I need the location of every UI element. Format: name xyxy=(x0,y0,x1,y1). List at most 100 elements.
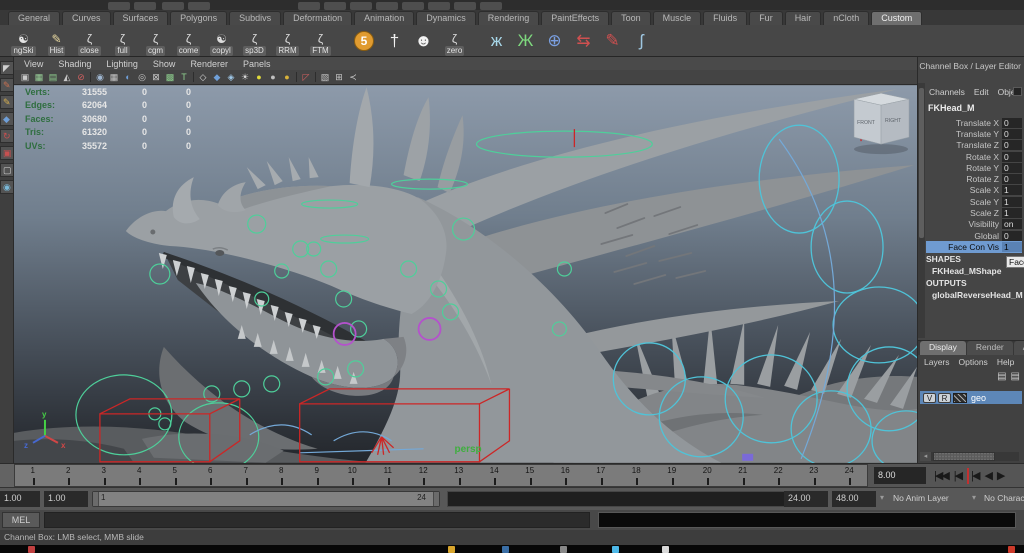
wire-cube-icon[interactable]: ◈ xyxy=(225,71,237,84)
blue-cube-icon[interactable]: ◆ xyxy=(211,71,223,84)
panel-menu[interactable]: Renderer xyxy=(190,59,228,69)
timeline-frame[interactable]: 20 xyxy=(690,465,726,486)
rrm-button[interactable]: ζ RRM xyxy=(272,26,303,56)
rig-joints-button[interactable]: Ж xyxy=(512,26,539,56)
taskbar-icon[interactable] xyxy=(28,546,35,553)
timeline-frame[interactable]: 10 xyxy=(335,465,371,486)
channel-box-menu[interactable]: Channels xyxy=(929,87,965,97)
mel-input[interactable] xyxy=(44,512,590,528)
gate-mask-icon[interactable]: ⊠ xyxy=(150,71,162,84)
toolbar-separator[interactable] xyxy=(89,71,92,83)
shelf-tab[interactable]: nCloth xyxy=(823,11,869,25)
shelf-tab[interactable]: Subdivs xyxy=(229,11,281,25)
timeline-frame[interactable]: 8 xyxy=(264,465,300,486)
rig-paint-button[interactable]: ✎ xyxy=(599,26,626,56)
timeline-frame[interactable]: 16 xyxy=(548,465,584,486)
sphere-icon[interactable]: ◐ xyxy=(122,71,134,84)
playback-start-field[interactable]: 1.00 xyxy=(44,491,88,507)
taskbar-icon[interactable] xyxy=(662,546,669,553)
attribute-name[interactable]: Translate X xyxy=(926,118,1002,128)
taskbar-icon[interactable] xyxy=(560,546,567,553)
timeline-frame[interactable]: 18 xyxy=(619,465,655,486)
shelf-separator[interactable] xyxy=(472,26,481,56)
checker-icon[interactable]: ▩ xyxy=(164,71,176,84)
burst-icon[interactable]: ☀ xyxy=(239,71,251,84)
current-frame-field[interactable]: 8.00 xyxy=(874,467,926,484)
select-tool-icon[interactable]: ◤ xyxy=(0,61,14,75)
panel-menu[interactable]: View xyxy=(24,59,43,69)
attribute-value-field[interactable]: 0 xyxy=(1002,231,1022,241)
layer-visibility-toggle[interactable]: V xyxy=(923,393,936,403)
shelf-tab[interactable]: PaintEffects xyxy=(541,11,609,25)
go-to-start-button[interactable]: |◀◀ xyxy=(934,468,950,484)
attribute-value-field[interactable]: 1 xyxy=(1002,185,1022,195)
mask-button[interactable]: ☻ xyxy=(410,26,437,56)
shape-node-name[interactable]: FKHead_MShape xyxy=(932,266,1001,276)
attribute-row[interactable]: Translate Y 0 xyxy=(926,128,1022,139)
layer-editor-menu[interactable]: Help xyxy=(997,357,1014,367)
attribute-name[interactable]: Rotate Z xyxy=(926,174,1002,184)
close-button[interactable]: ζ close xyxy=(74,26,105,56)
timeline-frame[interactable]: 17 xyxy=(583,465,619,486)
cube-icon[interactable]: ◇ xyxy=(197,71,209,84)
last-tool-icon[interactable]: ◉ xyxy=(0,180,14,194)
mel-label[interactable]: MEL xyxy=(2,512,40,528)
shelf-tab[interactable]: Fur xyxy=(749,11,783,25)
gray-sphere-icon[interactable]: ● xyxy=(267,71,279,84)
anim-layer-dropdown[interactable]: No Anim Layer xyxy=(893,493,949,503)
timeline-frame[interactable]: 12 xyxy=(406,465,442,486)
shelf-tab[interactable]: Deformation xyxy=(283,11,352,25)
playback-end-field[interactable]: 24.00 xyxy=(784,491,828,507)
layer-editor-tab[interactable]: Ani xyxy=(1014,341,1024,355)
panel-menu[interactable]: Lighting xyxy=(106,59,138,69)
text-icon[interactable]: T xyxy=(178,71,190,84)
taskbar-icon[interactable] xyxy=(502,546,509,553)
timeline-frame[interactable]: 5 xyxy=(157,465,193,486)
attribute-value-field[interactable]: 0 xyxy=(1002,140,1022,150)
shelf-tab[interactable]: Dynamics xyxy=(416,11,476,25)
copyl-button[interactable]: ☯ copyl xyxy=(206,26,237,56)
attribute-value-field[interactable]: 0 xyxy=(1002,163,1022,173)
layer-editor-scrollbar[interactable]: ◂ xyxy=(920,452,1019,461)
range-start-handle[interactable] xyxy=(93,492,99,506)
time-slider[interactable]: 1 2 3 4 5 xyxy=(14,464,868,487)
character-set-dropdown[interactable]: No Characte xyxy=(984,493,1024,503)
scroll-left-arrow-icon[interactable]: ◂ xyxy=(920,452,931,461)
chevron-down-icon[interactable]: ▾ xyxy=(972,493,976,502)
lasso-tool-icon[interactable]: ✎ xyxy=(0,78,14,92)
shelf-tab[interactable]: Fluids xyxy=(703,11,747,25)
attribute-value-field[interactable]: 1 xyxy=(1002,208,1022,218)
attribute-row[interactable]: Rotate Z 0 xyxy=(926,173,1022,184)
cursor-box-icon[interactable]: ◸ xyxy=(300,71,312,84)
image-plane-icon[interactable]: ◭ xyxy=(61,71,73,84)
attribute-row[interactable]: Scale Y 1 xyxy=(926,196,1022,207)
clip-cube-icon[interactable]: ⊞ xyxy=(333,71,345,84)
timeline-frame[interactable]: 22 xyxy=(761,465,797,486)
bookmark-icon[interactable]: ▤ xyxy=(47,71,59,84)
scrollbar-thumb[interactable] xyxy=(919,88,924,238)
new-layer-from-selected-icon[interactable]: ▤ xyxy=(1011,370,1020,384)
taskbar-icon[interactable] xyxy=(448,546,455,553)
timeline-frame[interactable]: 7 xyxy=(228,465,264,486)
new-empty-layer-icon[interactable]: ▤ xyxy=(997,370,1006,384)
target-icon[interactable]: ◎ xyxy=(136,71,148,84)
rotate-tool-icon[interactable]: ↻ xyxy=(0,129,14,143)
ngskin-button[interactable]: ☯ ngSki xyxy=(8,26,39,56)
attribute-name[interactable]: Scale X xyxy=(926,185,1002,195)
full-button[interactable]: ζ full xyxy=(107,26,138,56)
character-field[interactable] xyxy=(447,491,803,507)
play-forwards-button[interactable]: ▶ xyxy=(997,468,1005,484)
animation-end-field[interactable]: 48.00 xyxy=(832,491,876,507)
panel-menu[interactable]: Show xyxy=(153,59,176,69)
no-camera-icon[interactable]: ⊘ xyxy=(75,71,87,84)
timeline-frame[interactable]: 1 xyxy=(15,465,51,486)
attribute-name[interactable]: Rotate Y xyxy=(926,163,1002,173)
channel-box-scrollbar[interactable] xyxy=(918,83,925,338)
come-button[interactable]: ζ come xyxy=(173,26,204,56)
attribute-name[interactable]: Global xyxy=(926,231,1002,241)
timeline-frame[interactable]: 13 xyxy=(441,465,477,486)
rig-bones-button[interactable]: ʃ xyxy=(628,26,655,56)
shelf-tab[interactable]: Animation xyxy=(354,11,414,25)
shelf-tab[interactable]: Polygons xyxy=(170,11,227,25)
panel-menu[interactable]: Panels xyxy=(243,59,271,69)
